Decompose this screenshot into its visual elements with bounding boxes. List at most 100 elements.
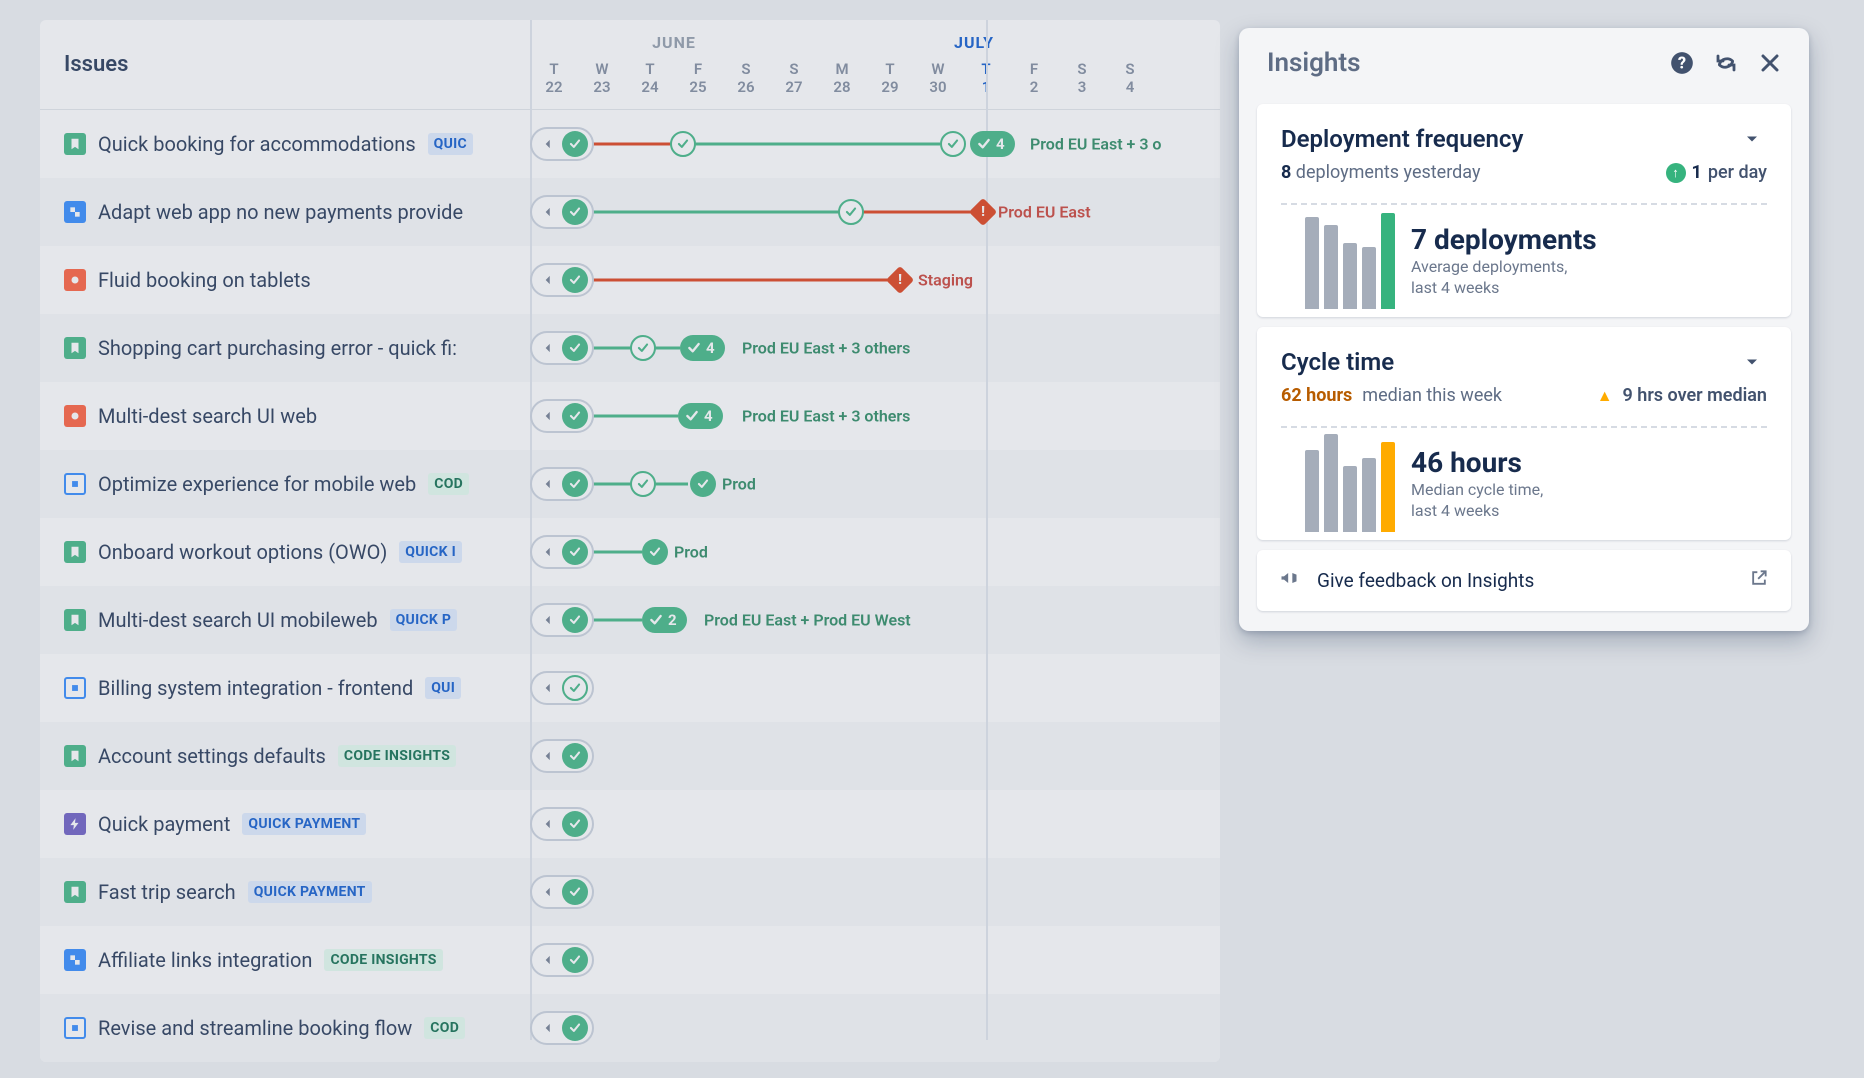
calendar-day: T24 [626,56,674,109]
epic-badge[interactable]: QUIC [428,133,473,155]
close-icon[interactable] [1755,48,1785,78]
expand-pill[interactable] [530,331,594,365]
chevron-left-icon [538,1018,558,1038]
chevron-down-icon[interactable] [1737,124,1767,154]
epic-badge[interactable]: QUICK PAYMENT [248,881,372,903]
bug-icon [64,405,86,427]
epic-badge[interactable]: QUI [425,677,461,699]
expand-pill[interactable] [530,127,594,161]
deployment-node[interactable] [562,403,588,429]
expand-pill[interactable] [530,535,594,569]
month-label-june: JUNE [530,33,818,52]
deployment-node[interactable] [562,743,588,769]
chevron-left-icon [538,202,558,222]
expand-pill[interactable] [530,263,594,297]
give-feedback-button[interactable]: Give feedback on Insights [1257,550,1791,611]
issue-row[interactable]: Account settings defaultsCODE INSIGHTS [40,722,1220,790]
deployment-node[interactable] [690,471,716,497]
deployment-node[interactable] [562,335,588,361]
issue-title: Billing system integration - frontend [98,676,413,700]
issue-row-left: Quick paymentQUICK PAYMENT [40,812,530,836]
epic-badge[interactable]: QUICK P [390,609,458,631]
cycle-time-card[interactable]: Cycle time 62 hours median this week ▲ 9… [1257,327,1791,540]
deployment-node[interactable] [562,267,588,293]
help-icon[interactable]: ? [1667,48,1697,78]
epic-badge[interactable]: CODE INSIGHTS [338,745,456,767]
deployment-count-badge[interactable]: 4 [970,131,1015,157]
deployment-count-badge[interactable]: 4 [680,335,725,361]
cycle-big-value: 46 hours [1411,446,1543,479]
issue-row[interactable]: Onboard workout options (OWO)QUICK I Prod [40,518,1220,586]
issue-timeline: Prod EU East [530,178,1220,246]
deployment-node[interactable] [562,199,588,225]
expand-pill[interactable] [530,875,594,909]
deployment-count-badge[interactable]: 2 [642,607,687,633]
issue-row[interactable]: Affiliate links integrationCODE INSIGHTS [40,926,1220,994]
deployment-node[interactable] [562,607,588,633]
deployment-node[interactable] [562,1015,588,1041]
deployment-node[interactable] [940,131,966,157]
expand-pill[interactable] [530,467,594,501]
issue-timeline: 4Prod EU East + 3 others [530,382,1220,450]
deployment-frequency-card[interactable]: Deployment frequency 8 deployments yeste… [1257,104,1791,317]
epic-badge[interactable]: QUICK I [399,541,462,563]
refresh-icon[interactable] [1711,48,1741,78]
expand-pill[interactable] [530,739,594,773]
deployment-node[interactable] [670,131,696,157]
epic-badge[interactable]: QUICK PAYMENT [242,813,366,835]
warning-icon[interactable] [886,266,914,294]
megaphone-icon [1279,568,1299,593]
environment-label: Prod EU East [998,203,1091,222]
deployment-node[interactable] [642,539,668,565]
epic-badge[interactable]: COD [428,473,469,495]
deploy-delta: ↑ 1 per day [1666,162,1767,183]
issue-row[interactable]: Multi-dest search UI mobilewebQUICK P2Pr… [40,586,1220,654]
deployment-node[interactable] [562,131,588,157]
calendar-day: F2 [1010,56,1058,109]
deployment-node[interactable] [562,471,588,497]
issue-row[interactable]: Fast trip searchQUICK PAYMENT [40,858,1220,926]
issue-row-left: Onboard workout options (OWO)QUICK I [40,540,530,564]
deployment-count-badge[interactable]: 4 [678,403,723,429]
issue-row[interactable]: Quick paymentQUICK PAYMENT [40,790,1220,858]
environment-label: Prod [674,543,708,562]
deployment-node[interactable] [562,879,588,905]
deployment-node[interactable] [562,675,588,701]
deploy-big-value: 7 deployments [1411,223,1597,256]
deployment-node[interactable] [562,539,588,565]
issue-rows: Quick booking for accommodationsQUIC4Pro… [40,110,1220,1062]
issue-row[interactable]: Shopping cart purchasing error - quick f… [40,314,1220,382]
issue-timeline: Prod [530,518,1220,586]
issue-row[interactable]: Quick booking for accommodationsQUIC4Pro… [40,110,1220,178]
deployment-node[interactable] [838,199,864,225]
deploy-bars [1281,209,1395,309]
issue-row[interactable]: Revise and streamline booking flowCOD [40,994,1220,1062]
expand-pill[interactable] [530,671,594,705]
issue-row[interactable]: Optimize experience for mobile webCODPro… [40,450,1220,518]
issue-row[interactable]: Billing system integration - frontend QUI [40,654,1220,722]
expand-pill[interactable] [530,943,594,977]
deployment-node[interactable] [630,335,656,361]
deploy-sub1: Average deployments, [1411,256,1597,278]
issue-row[interactable]: Fluid booking on tabletsStaging [40,246,1220,314]
issue-row[interactable]: Adapt web app no new payments providePro… [40,178,1220,246]
warning-icon[interactable] [969,198,997,226]
story-icon [64,881,86,903]
epic-badge[interactable]: CODE INSIGHTS [324,949,442,971]
chevron-down-icon[interactable] [1737,347,1767,377]
expand-pill[interactable] [530,195,594,229]
expand-pill[interactable] [530,807,594,841]
expand-pill[interactable] [530,1011,594,1045]
expand-pill[interactable] [530,603,594,637]
chart-bar [1362,247,1376,309]
deployment-node[interactable] [630,471,656,497]
epic-badge[interactable]: COD [424,1017,465,1039]
issue-row[interactable]: Multi-dest search UI web4Prod EU East + … [40,382,1220,450]
environment-label: Prod EU East + 3 others [742,339,910,358]
deploy-sub2: last 4 weeks [1411,277,1597,299]
expand-pill[interactable] [530,399,594,433]
cycle-sub1: Median cycle time, [1411,479,1543,501]
deployment-node[interactable] [562,811,588,837]
chevron-left-icon [538,814,558,834]
deployment-node[interactable] [562,947,588,973]
